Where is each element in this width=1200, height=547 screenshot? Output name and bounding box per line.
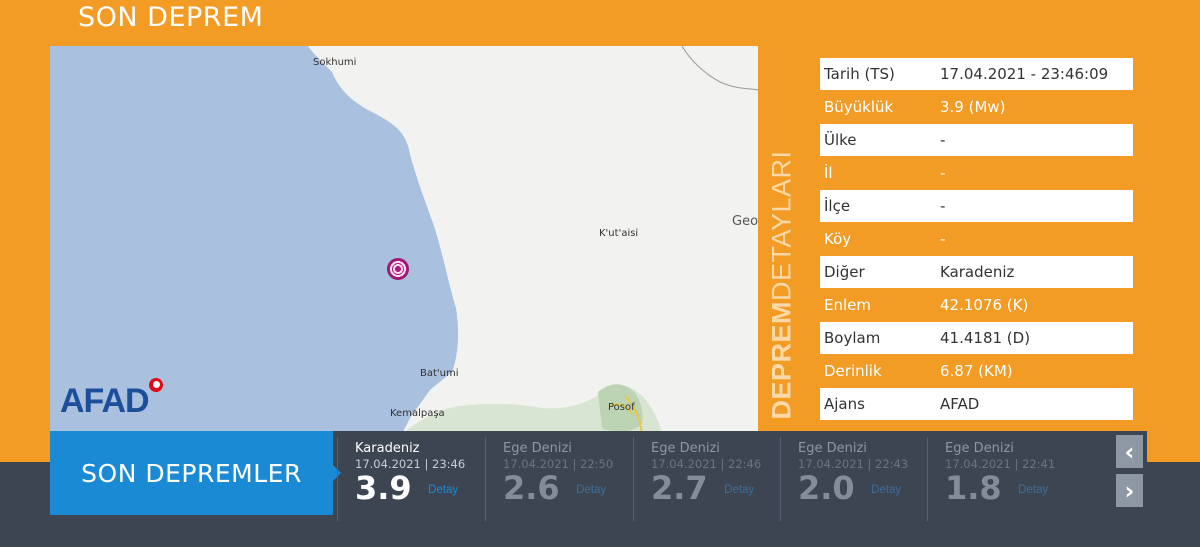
detail-value: 42.1076 (K) <box>940 296 1029 314</box>
detail-key: Derinlik <box>824 362 882 380</box>
detail-value: - <box>940 164 946 182</box>
map-canvas <box>50 46 758 434</box>
detail-key: Ülke <box>824 131 857 149</box>
detail-value: 3.9 (Mw) <box>940 98 1006 116</box>
detail-value: Karadeniz <box>940 263 1015 281</box>
detail-row-province: İl - <box>820 157 1133 189</box>
epicenter-marker-icon[interactable] <box>387 258 409 280</box>
detail-key: İl <box>824 164 833 182</box>
chevron-right-icon[interactable]: › <box>1116 474 1143 507</box>
detail-row-village: Köy - <box>820 223 1133 255</box>
detail-key: Ajans <box>824 395 865 413</box>
detail-row-agency: Ajans AFAD <box>820 388 1133 420</box>
quake-detail-link[interactable]: Detay <box>576 484 606 496</box>
detail-key: Boylam <box>824 329 881 347</box>
detail-row-district: İlçe - <box>820 190 1133 222</box>
vertical-label-strong: DEPREM <box>766 301 797 420</box>
vertical-label-light: DETAYLARI <box>766 150 797 302</box>
quake-magnitude: 2.6 <box>503 469 560 507</box>
detail-row-latitude: Enlem 42.1076 (K) <box>820 289 1133 321</box>
recent-quakes-bar: SON DEPREMLER Karadeniz 17.04.2021 | 23:… <box>50 431 1147 521</box>
afad-logo: AFAD <box>60 382 150 420</box>
detail-row-depth: Derinlik 6.87 (KM) <box>820 355 1133 387</box>
detail-value: AFAD <box>940 395 980 413</box>
detail-value: 17.04.2021 - 23:46:09 <box>940 65 1109 83</box>
detail-row-country: Ülke - <box>820 124 1133 156</box>
quake-magnitude: 1.8 <box>945 469 1002 507</box>
detail-value: 6.87 (KM) <box>940 362 1013 380</box>
map-label-posof: Posof <box>608 402 635 413</box>
detail-key: İlçe <box>824 197 851 215</box>
quake-place: Ege Denizi <box>503 441 572 456</box>
quake-place: Ege Denizi <box>945 441 1014 456</box>
quake-item[interactable]: Ege Denizi 17.04.2021 | 22:50 2.6 Detay <box>485 437 633 521</box>
map-label-kutaisi: K'ut'aisi <box>599 228 639 239</box>
earthquake-map[interactable]: Sokhumi K'ut'aisi Geo Bat'umi Kemalpaşa … <box>50 46 758 434</box>
recent-quakes-title: SON DEPREMLER <box>50 431 341 515</box>
quake-place: Ege Denizi <box>651 441 720 456</box>
detail-key: Enlem <box>824 296 871 314</box>
detail-row-other: Diğer Karadeniz <box>820 256 1133 288</box>
turkish-flag-icon <box>149 378 163 392</box>
quake-detail-link[interactable]: Detay <box>1018 484 1048 496</box>
quake-magnitude: 2.0 <box>798 469 855 507</box>
map-label-sokhumi: Sokhumi <box>313 57 357 68</box>
detail-key: Diğer <box>824 263 865 281</box>
detail-value: - <box>940 197 946 215</box>
map-label-geo: Geo <box>732 214 758 229</box>
quake-item[interactable]: Karadeniz 17.04.2021 | 23:46 3.9 Detay <box>337 437 485 521</box>
detail-key: Tarih (TS) <box>824 65 895 83</box>
page-title: SON DEPREM <box>78 2 264 33</box>
quake-place: Karadeniz <box>355 441 420 456</box>
details-vertical-label: DEPREMDETAYLARI <box>762 150 802 420</box>
quake-item[interactable]: Ege Denizi 17.04.2021 | 22:41 1.8 Detay <box>927 437 1075 521</box>
chevron-left-icon[interactable]: ‹ <box>1116 435 1143 468</box>
detail-value: - <box>940 131 946 149</box>
quake-detail-link[interactable]: Detay <box>428 484 458 496</box>
detail-key: Köy <box>824 230 852 248</box>
detail-key: Büyüklük <box>824 98 894 116</box>
detail-row-longitude: Boylam 41.4181 (D) <box>820 322 1133 354</box>
quake-magnitude: 3.9 <box>355 469 412 507</box>
quake-detail-link[interactable]: Detay <box>871 484 901 496</box>
map-label-batumi: Bat'umi <box>420 368 459 379</box>
quake-magnitude: 2.7 <box>651 469 708 507</box>
quake-item[interactable]: Ege Denizi 17.04.2021 | 22:43 2.0 Detay <box>780 437 928 521</box>
detail-row-date: Tarih (TS) 17.04.2021 - 23:46:09 <box>820 58 1133 90</box>
detail-value: 41.4181 (D) <box>940 329 1031 347</box>
quake-place: Ege Denizi <box>798 441 867 456</box>
detail-row-magnitude: Büyüklük 3.9 (Mw) <box>820 91 1133 123</box>
quake-detail-link[interactable]: Detay <box>724 484 754 496</box>
map-label-kemalpasa: Kemalpaşa <box>390 408 445 419</box>
quake-item[interactable]: Ege Denizi 17.04.2021 | 22:46 2.7 Detay <box>633 437 781 521</box>
earthquake-details: Tarih (TS) 17.04.2021 - 23:46:09 Büyüklü… <box>806 46 1140 426</box>
detail-value: - <box>940 230 946 248</box>
